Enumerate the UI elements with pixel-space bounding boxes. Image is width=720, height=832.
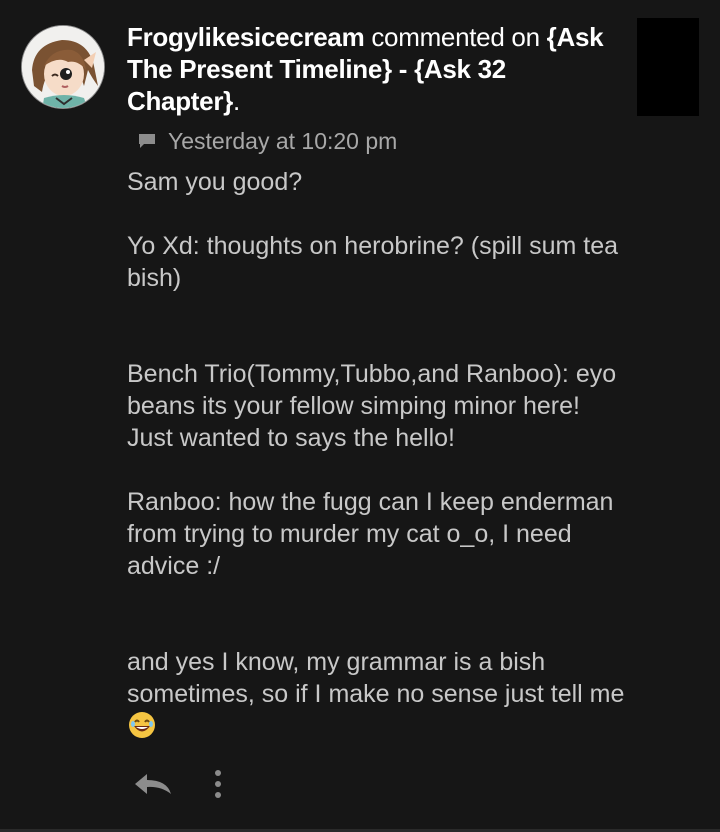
headline-end-punctuation: . — [232, 86, 240, 116]
comment-last-paragraph: and yes I know, my grammar is a bish som… — [127, 646, 627, 742]
laughing-emoji-icon — [129, 712, 155, 738]
avatar-portrait-icon — [22, 26, 104, 108]
comment-paragraph: and yes I know, my grammar is a bish som… — [127, 648, 625, 708]
chat-bubble-icon — [139, 134, 155, 148]
comment-paragraph: Yo Xd: thoughts on herobrine? (spill sum… — [127, 232, 626, 292]
notification-meta: Yesterday at 10:20 pm — [138, 127, 397, 155]
comment-body: Sam you good? Yo Xd: thoughts on herobri… — [127, 166, 627, 742]
story-thumbnail[interactable] — [637, 18, 699, 116]
comment-actions — [130, 764, 230, 804]
notification-headline: Frogylikesicecream commented on {Ask The… — [127, 21, 617, 117]
username-link[interactable]: Frogylikesicecream — [127, 22, 365, 52]
more-vertical-icon — [215, 770, 221, 798]
comment-notification[interactable]: Frogylikesicecream commented on {Ask The… — [0, 0, 720, 830]
comment-paragraph: Ranboo: how the fugg can I keep enderman… — [127, 488, 621, 580]
action-text: commented on — [364, 22, 547, 52]
user-avatar[interactable] — [21, 25, 105, 109]
reply-button[interactable] — [130, 764, 176, 804]
comment-paragraph: Bench Trio(Tommy,Tubbo,and Ranboo): eyo … — [127, 360, 624, 452]
comment-paragraph: Sam you good? — [127, 168, 303, 196]
timestamp: Yesterday at 10:20 pm — [168, 127, 398, 154]
reply-arrow-icon — [135, 774, 171, 794]
more-options-button[interactable] — [206, 764, 230, 804]
